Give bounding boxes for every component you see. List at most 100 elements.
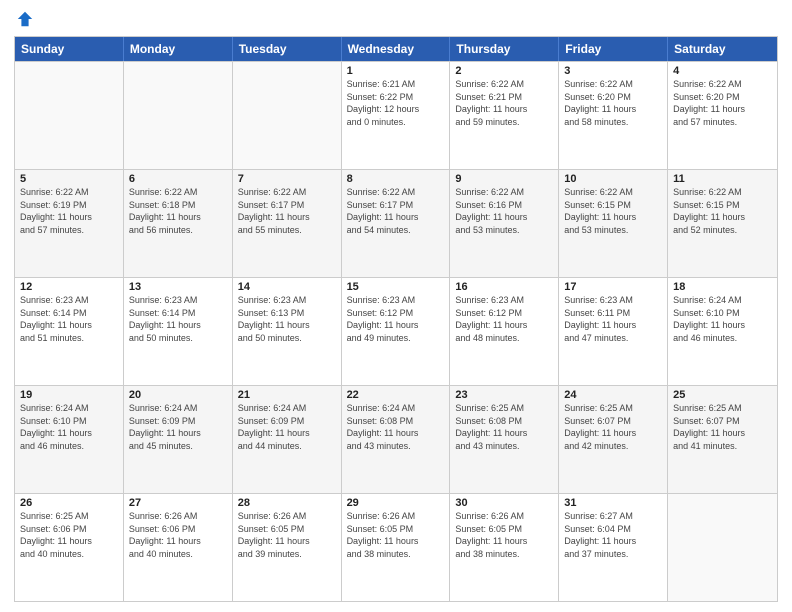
day-info: Sunrise: 6:26 AMSunset: 6:05 PMDaylight:… [238,510,336,560]
day-info: Sunrise: 6:26 AMSunset: 6:05 PMDaylight:… [347,510,445,560]
calendar-day-24: 24Sunrise: 6:25 AMSunset: 6:07 PMDayligh… [559,386,668,493]
day-info: Sunrise: 6:24 AMSunset: 6:08 PMDaylight:… [347,402,445,452]
header-day-saturday: Saturday [668,37,777,61]
day-info: Sunrise: 6:25 AMSunset: 6:07 PMDaylight:… [673,402,772,452]
calendar-day-28: 28Sunrise: 6:26 AMSunset: 6:05 PMDayligh… [233,494,342,601]
day-number: 15 [347,281,445,293]
calendar-day-15: 15Sunrise: 6:23 AMSunset: 6:12 PMDayligh… [342,278,451,385]
calendar-day-6: 6Sunrise: 6:22 AMSunset: 6:18 PMDaylight… [124,170,233,277]
calendar-day-8: 8Sunrise: 6:22 AMSunset: 6:17 PMDaylight… [342,170,451,277]
calendar-day-23: 23Sunrise: 6:25 AMSunset: 6:08 PMDayligh… [450,386,559,493]
calendar-empty-cell [15,62,124,169]
calendar-day-11: 11Sunrise: 6:22 AMSunset: 6:15 PMDayligh… [668,170,777,277]
day-info: Sunrise: 6:22 AMSunset: 6:16 PMDaylight:… [455,186,553,236]
day-number: 2 [455,65,553,77]
day-info: Sunrise: 6:24 AMSunset: 6:09 PMDaylight:… [129,402,227,452]
logo-icon [16,10,34,28]
calendar-row-2: 5Sunrise: 6:22 AMSunset: 6:19 PMDaylight… [15,169,777,277]
day-number: 19 [20,389,118,401]
day-info: Sunrise: 6:23 AMSunset: 6:12 PMDaylight:… [455,294,553,344]
day-number: 18 [673,281,772,293]
day-info: Sunrise: 6:22 AMSunset: 6:21 PMDaylight:… [455,78,553,128]
day-number: 24 [564,389,662,401]
calendar-header: SundayMondayTuesdayWednesdayThursdayFrid… [15,37,777,61]
day-number: 3 [564,65,662,77]
day-number: 1 [347,65,445,77]
day-number: 7 [238,173,336,185]
day-info: Sunrise: 6:22 AMSunset: 6:15 PMDaylight:… [564,186,662,236]
calendar-day-26: 26Sunrise: 6:25 AMSunset: 6:06 PMDayligh… [15,494,124,601]
day-number: 21 [238,389,336,401]
calendar-day-2: 2Sunrise: 6:22 AMSunset: 6:21 PMDaylight… [450,62,559,169]
calendar-day-12: 12Sunrise: 6:23 AMSunset: 6:14 PMDayligh… [15,278,124,385]
day-info: Sunrise: 6:22 AMSunset: 6:20 PMDaylight:… [673,78,772,128]
header-day-thursday: Thursday [450,37,559,61]
day-info: Sunrise: 6:22 AMSunset: 6:20 PMDaylight:… [564,78,662,128]
calendar-day-7: 7Sunrise: 6:22 AMSunset: 6:17 PMDaylight… [233,170,342,277]
calendar: SundayMondayTuesdayWednesdayThursdayFrid… [14,36,778,602]
logo [14,10,34,28]
calendar-day-19: 19Sunrise: 6:24 AMSunset: 6:10 PMDayligh… [15,386,124,493]
header-day-wednesday: Wednesday [342,37,451,61]
calendar-day-25: 25Sunrise: 6:25 AMSunset: 6:07 PMDayligh… [668,386,777,493]
day-info: Sunrise: 6:26 AMSunset: 6:05 PMDaylight:… [455,510,553,560]
day-info: Sunrise: 6:23 AMSunset: 6:12 PMDaylight:… [347,294,445,344]
calendar-empty-cell [124,62,233,169]
day-info: Sunrise: 6:22 AMSunset: 6:17 PMDaylight:… [238,186,336,236]
day-info: Sunrise: 6:22 AMSunset: 6:19 PMDaylight:… [20,186,118,236]
calendar-row-1: 1Sunrise: 6:21 AMSunset: 6:22 PMDaylight… [15,61,777,169]
day-info: Sunrise: 6:23 AMSunset: 6:14 PMDaylight:… [20,294,118,344]
day-info: Sunrise: 6:27 AMSunset: 6:04 PMDaylight:… [564,510,662,560]
day-number: 5 [20,173,118,185]
header-day-sunday: Sunday [15,37,124,61]
calendar-day-20: 20Sunrise: 6:24 AMSunset: 6:09 PMDayligh… [124,386,233,493]
calendar-day-5: 5Sunrise: 6:22 AMSunset: 6:19 PMDaylight… [15,170,124,277]
calendar-day-29: 29Sunrise: 6:26 AMSunset: 6:05 PMDayligh… [342,494,451,601]
day-info: Sunrise: 6:24 AMSunset: 6:10 PMDaylight:… [673,294,772,344]
day-number: 12 [20,281,118,293]
calendar-day-31: 31Sunrise: 6:27 AMSunset: 6:04 PMDayligh… [559,494,668,601]
day-number: 28 [238,497,336,509]
calendar-day-27: 27Sunrise: 6:26 AMSunset: 6:06 PMDayligh… [124,494,233,601]
calendar-day-17: 17Sunrise: 6:23 AMSunset: 6:11 PMDayligh… [559,278,668,385]
day-info: Sunrise: 6:24 AMSunset: 6:10 PMDaylight:… [20,402,118,452]
day-info: Sunrise: 6:25 AMSunset: 6:08 PMDaylight:… [455,402,553,452]
day-number: 30 [455,497,553,509]
day-info: Sunrise: 6:26 AMSunset: 6:06 PMDaylight:… [129,510,227,560]
header [14,10,778,28]
day-number: 22 [347,389,445,401]
calendar-body: 1Sunrise: 6:21 AMSunset: 6:22 PMDaylight… [15,61,777,601]
calendar-day-4: 4Sunrise: 6:22 AMSunset: 6:20 PMDaylight… [668,62,777,169]
day-number: 23 [455,389,553,401]
header-day-tuesday: Tuesday [233,37,342,61]
calendar-day-30: 30Sunrise: 6:26 AMSunset: 6:05 PMDayligh… [450,494,559,601]
day-number: 13 [129,281,227,293]
calendar-row-3: 12Sunrise: 6:23 AMSunset: 6:14 PMDayligh… [15,277,777,385]
day-number: 31 [564,497,662,509]
day-number: 8 [347,173,445,185]
calendar-row-5: 26Sunrise: 6:25 AMSunset: 6:06 PMDayligh… [15,493,777,601]
day-info: Sunrise: 6:22 AMSunset: 6:18 PMDaylight:… [129,186,227,236]
day-number: 27 [129,497,227,509]
day-info: Sunrise: 6:22 AMSunset: 6:15 PMDaylight:… [673,186,772,236]
calendar-row-4: 19Sunrise: 6:24 AMSunset: 6:10 PMDayligh… [15,385,777,493]
day-number: 29 [347,497,445,509]
day-info: Sunrise: 6:23 AMSunset: 6:14 PMDaylight:… [129,294,227,344]
day-number: 26 [20,497,118,509]
day-info: Sunrise: 6:23 AMSunset: 6:13 PMDaylight:… [238,294,336,344]
calendar-day-9: 9Sunrise: 6:22 AMSunset: 6:16 PMDaylight… [450,170,559,277]
day-info: Sunrise: 6:24 AMSunset: 6:09 PMDaylight:… [238,402,336,452]
day-number: 6 [129,173,227,185]
header-day-monday: Monday [124,37,233,61]
calendar-empty-cell [668,494,777,601]
header-day-friday: Friday [559,37,668,61]
calendar-day-1: 1Sunrise: 6:21 AMSunset: 6:22 PMDaylight… [342,62,451,169]
calendar-day-18: 18Sunrise: 6:24 AMSunset: 6:10 PMDayligh… [668,278,777,385]
day-info: Sunrise: 6:21 AMSunset: 6:22 PMDaylight:… [347,78,445,128]
calendar-day-14: 14Sunrise: 6:23 AMSunset: 6:13 PMDayligh… [233,278,342,385]
calendar-empty-cell [233,62,342,169]
day-number: 16 [455,281,553,293]
day-info: Sunrise: 6:22 AMSunset: 6:17 PMDaylight:… [347,186,445,236]
calendar-day-3: 3Sunrise: 6:22 AMSunset: 6:20 PMDaylight… [559,62,668,169]
day-number: 10 [564,173,662,185]
